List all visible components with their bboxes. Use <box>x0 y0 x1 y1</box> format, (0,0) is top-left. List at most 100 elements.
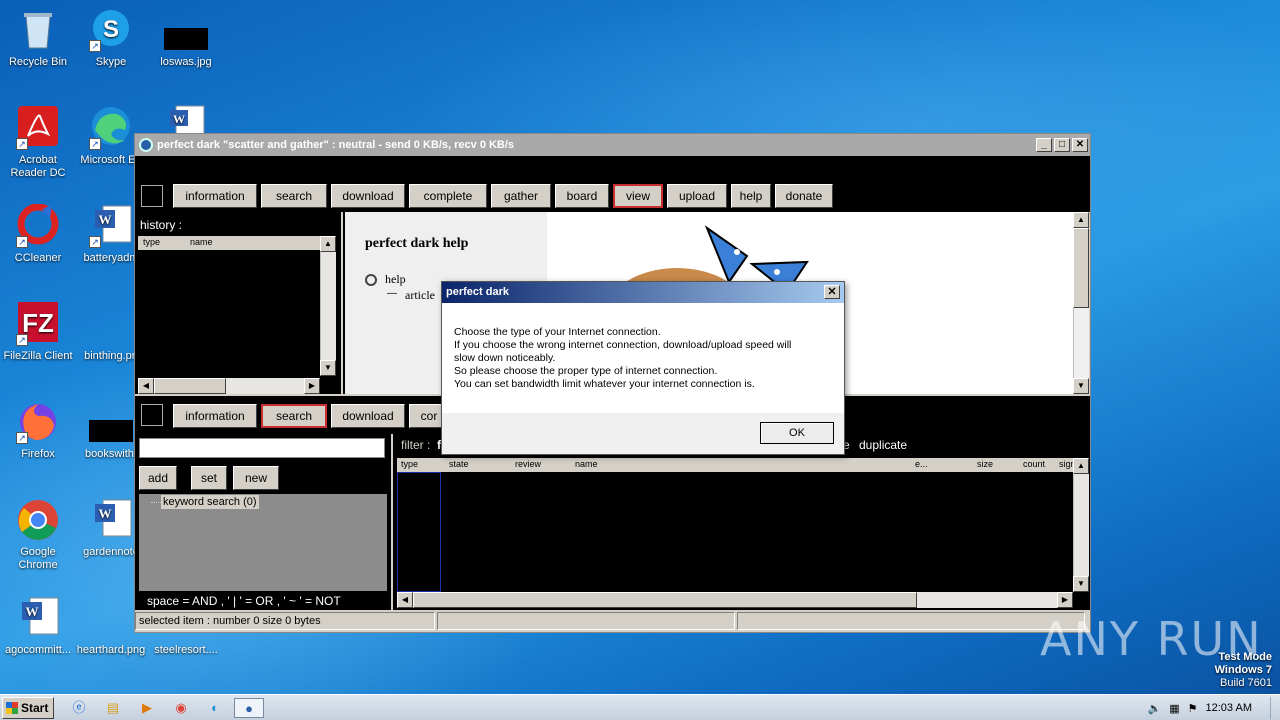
action-center-flag-icon[interactable]: ⚑ <box>1188 702 1198 715</box>
add-button[interactable]: add <box>139 466 177 490</box>
results-col-count[interactable]: count <box>1023 459 1045 469</box>
scroll-left-arrow-icon[interactable]: ◀ <box>138 378 154 394</box>
network-icon[interactable]: ▦ <box>1169 702 1179 715</box>
results-col-type[interactable]: type <box>401 459 418 469</box>
results-col-size[interactable]: size <box>977 459 993 469</box>
results-hscroll[interactable]: ◀ ▶ <box>397 592 1073 608</box>
desktop-icon-acrobat[interactable]: ↗ Acrobat Reader DC <box>0 106 76 180</box>
search-results-panel: filter : fi e duplicate type state revie… <box>393 434 1090 610</box>
new-button[interactable]: new <box>233 466 279 490</box>
bottom-tab-information[interactable]: information <box>173 404 257 428</box>
top-nav-bar: information search download complete gat… <box>135 180 1090 212</box>
desktop-icon-loswas[interactable]: loswas.jpg <box>148 8 224 69</box>
scroll-down-arrow-icon[interactable]: ▼ <box>1073 576 1089 592</box>
status-pane-2 <box>437 612 735 630</box>
set-button[interactable]: set <box>191 466 227 490</box>
desktop-icon-recycle-bin[interactable]: Recycle Bin <box>0 8 76 69</box>
status-selected: selected item : number 0 size 0 bytes <box>135 612 435 630</box>
help-vscroll-thumb[interactable] <box>1073 228 1089 308</box>
top-tab-complete[interactable]: complete <box>409 184 487 208</box>
results-col-e[interactable]: e... <box>915 459 928 469</box>
bottom-tab-download[interactable]: download <box>331 404 405 428</box>
top-tab-information[interactable]: information <box>173 184 257 208</box>
dialog-close-icon[interactable]: ✕ <box>824 285 840 299</box>
scroll-up-arrow-icon[interactable]: ▲ <box>1073 458 1089 474</box>
clock[interactable]: 12:03 AM <box>1206 702 1252 714</box>
help-vscroll[interactable]: ▲ ▼ <box>1073 212 1089 394</box>
dialog-message: Choose the type of your Internet connect… <box>442 303 844 413</box>
filter-option-duplicate[interactable]: duplicate <box>859 438 907 452</box>
desktop-icon-firefox[interactable]: ↗ Firefox <box>0 400 76 461</box>
scroll-down-arrow-icon[interactable]: ▼ <box>1073 378 1089 394</box>
show-desktop-button[interactable] <box>1270 697 1280 719</box>
status-pane-3 <box>737 612 1085 630</box>
keyword-search-node[interactable]: keyword search (0) <box>161 495 259 509</box>
perfect-dark-taskbar-icon[interactable]: ● <box>234 698 264 718</box>
image-file-icon <box>89 596 133 640</box>
ie-taskbar-icon[interactable]: ⓔ <box>68 698 90 718</box>
filezilla-icon: FZ ↗ <box>16 302 60 346</box>
top-nav-toggle[interactable] <box>141 185 163 207</box>
edge-taskbar-icon[interactable]: ◐ <box>204 698 226 718</box>
desktop-icon-skype[interactable]: S ↗ Skype <box>73 8 149 69</box>
dialog-line: If you choose the wrong internet connect… <box>454 339 792 351</box>
window-titlebar[interactable]: perfect dark "scatter and gather" : neut… <box>135 134 1090 156</box>
top-tab-gather[interactable]: gather <box>491 184 551 208</box>
top-tab-search[interactable]: search <box>261 184 327 208</box>
results-hscroll-thumb[interactable] <box>413 592 917 608</box>
media-player-taskbar-icon[interactable]: ▶ <box>136 698 158 718</box>
dialog-titlebar[interactable]: perfect dark ✕ <box>442 282 844 303</box>
results-col-state[interactable]: state <box>449 459 469 469</box>
speaker-icon[interactable]: 🔈 <box>1148 702 1162 715</box>
scroll-right-arrow-icon[interactable]: ▶ <box>304 378 320 394</box>
dialog-line: slow down noticeably. <box>454 352 556 364</box>
explorer-taskbar-icon[interactable]: ▤ <box>102 698 124 718</box>
recycle-bin-icon <box>16 8 60 52</box>
top-tab-help[interactable]: help <box>731 184 771 208</box>
svg-text:W: W <box>99 506 112 521</box>
top-tab-upload[interactable]: upload <box>667 184 727 208</box>
bottom-nav-toggle[interactable] <box>141 404 163 426</box>
scroll-down-arrow-icon[interactable]: ▼ <box>320 360 336 376</box>
desktop-icon-ccleaner[interactable]: ↗ CCleaner <box>0 203 76 265</box>
results-col-review[interactable]: review <box>515 459 541 469</box>
scroll-up-arrow-icon[interactable]: ▲ <box>1073 212 1089 228</box>
scroll-right-arrow-icon[interactable]: ▶ <box>1057 592 1073 608</box>
scroll-up-arrow-icon[interactable]: ▲ <box>320 236 336 252</box>
help-tree-node-icon[interactable] <box>365 274 377 286</box>
results-col-name[interactable]: name <box>575 459 598 469</box>
history-vscroll[interactable]: ▲ ▼ <box>320 236 336 376</box>
search-keyword-input[interactable] <box>139 438 385 458</box>
history-hscroll[interactable]: ◀ ▶ <box>138 378 320 394</box>
history-col-name[interactable]: name <box>190 237 213 247</box>
scroll-left-arrow-icon[interactable]: ◀ <box>397 592 413 608</box>
results-type-column-area <box>397 472 441 592</box>
ok-button[interactable]: OK <box>760 422 834 444</box>
help-tree-item[interactable]: help <box>385 272 406 287</box>
windows-flag-icon <box>6 702 18 714</box>
maximize-button[interactable]: □ <box>1054 138 1070 152</box>
help-tree-subitem[interactable]: article <box>405 288 435 303</box>
minimize-button[interactable]: _ <box>1036 138 1052 152</box>
results-vscroll[interactable]: ▲ ▼ <box>1073 458 1089 592</box>
app-icon <box>139 138 153 152</box>
top-tab-donate[interactable]: donate <box>775 184 833 208</box>
bottom-tab-search[interactable]: search <box>261 404 327 428</box>
top-tab-board[interactable]: board <box>555 184 609 208</box>
skype-icon: S ↗ <box>89 8 133 52</box>
svg-text:S: S <box>103 16 119 43</box>
top-tab-view[interactable]: view <box>613 184 663 208</box>
word-doc-icon: W ↗ <box>89 204 133 248</box>
history-col-type[interactable]: type <box>143 237 160 247</box>
help-title: perfect dark help <box>365 236 469 251</box>
close-button[interactable]: ✕ <box>1072 138 1088 152</box>
history-hscroll-thumb[interactable] <box>154 378 226 394</box>
desktop-icon-filezilla[interactable]: FZ ↗ FileZilla Client <box>0 302 76 363</box>
connection-type-dialog[interactable]: perfect dark ✕ Choose the type of your I… <box>441 281 845 455</box>
desktop-icon-agocommitt[interactable]: W agocommitt... <box>0 596 76 657</box>
chrome-taskbar-icon[interactable]: ◉ <box>170 698 192 718</box>
image-file-icon <box>164 8 208 52</box>
top-tab-download[interactable]: download <box>331 184 405 208</box>
start-button[interactable]: Start <box>2 697 54 719</box>
desktop-icon-chrome[interactable]: Google Chrome <box>0 498 76 572</box>
